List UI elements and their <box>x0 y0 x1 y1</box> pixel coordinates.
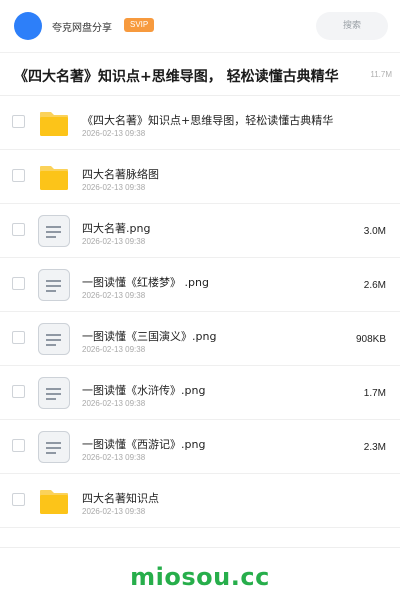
file-date: 2026-02-13 09:38 <box>82 183 146 192</box>
page-title: 《四大名著》知识点+思维导图， 轻松读懂古典精华 <box>14 69 339 85</box>
file-list: 《四大名著》知识点+思维导图，轻松读懂古典精华 2026-02-13 09:38 四… <box>0 96 400 528</box>
file-row[interactable]: 四大名著脉络图 2026-02-13 09:38 <box>0 150 400 204</box>
share-header: 夸克网盘分享 SVIP 搜索 <box>0 0 400 52</box>
file-date: 2026-02-13 09:38 <box>82 291 146 300</box>
file-row[interactable]: 四大名著知识点 2026-02-13 09:38 <box>0 474 400 528</box>
select-checkbox[interactable] <box>12 493 25 506</box>
file-row[interactable]: 一图读懂《水浒传》.png 2026-02-13 09:38 1.7M <box>0 366 400 420</box>
file-size: 908KB <box>355 334 386 345</box>
folder-icon <box>37 484 71 518</box>
file-name[interactable]: 一图读懂《三国演义》.png <box>82 328 216 344</box>
search-button[interactable]: 搜索 <box>316 12 388 40</box>
file-row[interactable]: 一图读懂《红楼梦》 .png 2026-02-13 09:38 2.6M <box>0 258 400 312</box>
file-date: 2026-02-13 09:38 <box>82 507 146 516</box>
select-checkbox[interactable] <box>12 115 25 128</box>
file-row[interactable]: 一图读懂《西游记》.png 2026-02-13 09:38 2.3M <box>0 420 400 474</box>
file-size: 1.7M <box>363 388 386 399</box>
document-icon <box>37 268 71 302</box>
file-row[interactable]: 《四大名著》知识点+思维导图，轻松读懂古典精华 2026-02-13 09:38 <box>0 96 400 150</box>
document-icon <box>37 430 71 464</box>
select-checkbox[interactable] <box>12 385 25 398</box>
svip-badge: SVIP <box>124 18 155 32</box>
select-checkbox[interactable] <box>12 169 25 182</box>
document-icon <box>37 214 71 248</box>
file-name[interactable]: 一图读懂《水浒传》.png <box>82 382 205 398</box>
file-date: 2026-02-13 09:38 <box>82 237 146 246</box>
file-name[interactable]: 四大名著脉络图 <box>82 166 159 182</box>
file-date: 2026-02-13 09:38 <box>82 453 146 462</box>
select-checkbox[interactable] <box>12 439 25 452</box>
file-name[interactable]: 四大名著知识点 <box>82 490 159 506</box>
file-name[interactable]: 一图读懂《红楼梦》 .png <box>82 274 209 290</box>
document-icon <box>37 322 71 356</box>
folder-icon <box>37 160 71 194</box>
file-date: 2026-02-13 09:38 <box>82 399 146 408</box>
share-title-row: 《四大名著》知识点+思维导图， 轻松读懂古典精华 11.7M <box>0 52 400 96</box>
select-checkbox[interactable] <box>12 331 25 344</box>
file-size: 2.3M <box>363 442 386 453</box>
total-size: 11.7M <box>370 70 392 79</box>
watermark: miosou.cc <box>130 563 270 591</box>
file-name[interactable]: 四大名著.png <box>82 220 150 236</box>
document-icon <box>37 376 71 410</box>
file-row[interactable]: 一图读懂《三国演义》.png 2026-02-13 09:38 908KB <box>0 312 400 366</box>
file-size: 3.0M <box>363 226 386 237</box>
file-row[interactable]: 四大名著.png 2026-02-13 09:38 3.0M <box>0 204 400 258</box>
file-date: 2026-02-13 09:38 <box>82 345 146 354</box>
select-checkbox[interactable] <box>12 223 25 236</box>
file-name[interactable]: 一图读懂《西游记》.png <box>82 436 205 452</box>
avatar[interactable] <box>14 12 42 40</box>
file-name[interactable]: 《四大名著》知识点+思维导图，轻松读懂古典精华 <box>82 112 333 128</box>
file-size: 2.6M <box>363 280 386 291</box>
folder-icon <box>37 106 71 140</box>
footer-divider <box>0 547 400 548</box>
share-owner-name: 夸克网盘分享 <box>52 23 112 34</box>
select-checkbox[interactable] <box>12 277 25 290</box>
file-date: 2026-02-13 09:38 <box>82 129 146 138</box>
